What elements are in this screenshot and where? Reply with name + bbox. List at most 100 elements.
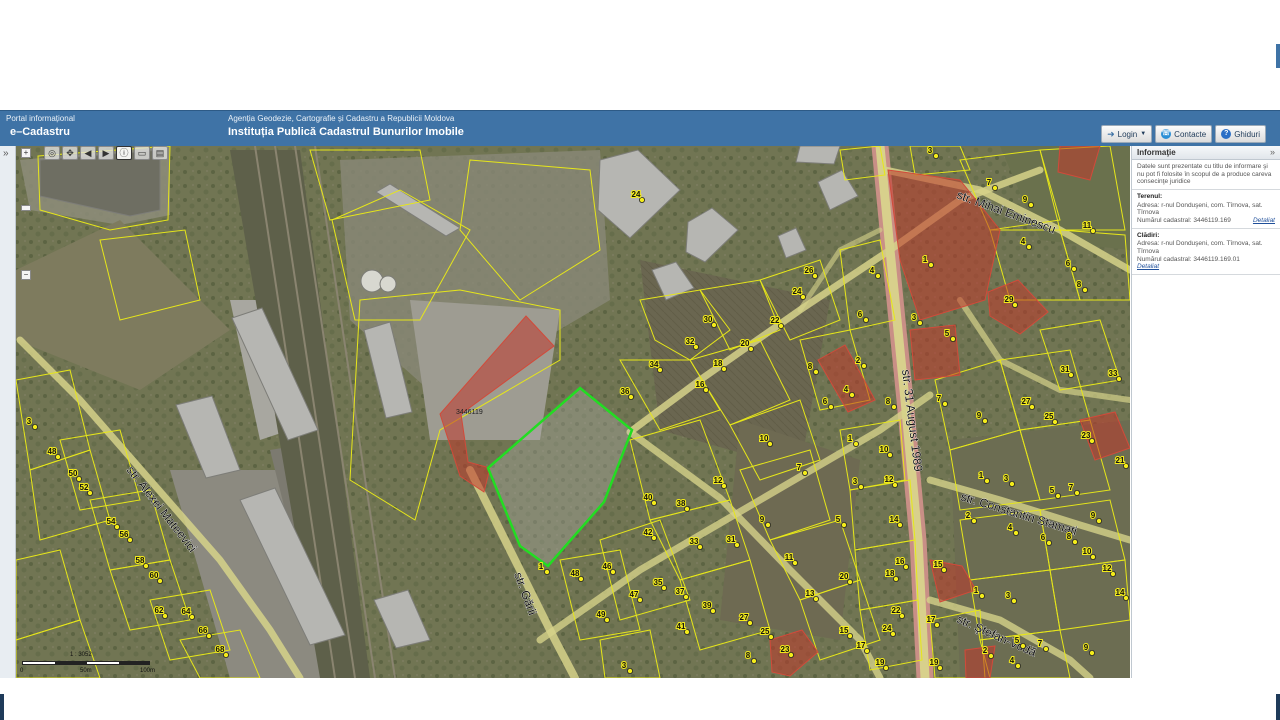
house-number-label: 38 [677,499,686,508]
phone-icon: ☏ [1161,129,1172,139]
house-number-label: 54 [107,517,116,526]
map-shape [795,146,841,165]
house-number-label: 25 [761,627,770,636]
buildings-title: Clădiri: [1137,231,1160,239]
scale-label-50: 50m [80,668,92,674]
house-point [813,368,820,375]
house-number-label: 18 [714,359,723,368]
house-number-label: 48 [571,569,580,578]
house-number-label: 46 [603,562,612,571]
collapse-panel-icon[interactable]: » [1270,147,1275,157]
zoom-in-button[interactable]: + [21,148,31,158]
house-number-label: 3 [928,146,933,155]
house-number-label: 10 [760,434,769,443]
house-number-label: 4 [870,266,875,275]
parcel-number-label: 3446119 [456,409,483,416]
house-point [853,440,860,447]
back-button[interactable]: ◀ [80,146,96,160]
house-number-label: 36 [621,387,630,396]
zoom-out-button[interactable]: − [21,270,31,280]
house-number-label: 66 [199,626,208,635]
forward-arrow-icon: ▶ [102,148,110,158]
left-panel-strip: » [0,146,16,678]
house-number-label: 5 [1050,486,1055,495]
house-point [861,362,868,369]
house-number-label: 68 [216,645,225,654]
house-number-label: 15 [934,560,943,569]
house-point [988,653,995,660]
house-point [1072,539,1079,546]
house-number-label: 4 [844,385,849,394]
house-number-label: 9 [760,515,765,524]
house-point [950,335,957,342]
house-number-label: 32 [686,337,695,346]
house-number-label: 5 [1015,636,1020,645]
agency-label: Agenția Geodezie, Cartografie și Cadastr… [228,114,455,123]
pan-tool-button[interactable]: ◎ [44,146,60,160]
house-number-label: 41 [677,622,686,631]
house-number-label: 5 [945,329,950,338]
house-number-label: 27 [1022,397,1031,406]
house-point [544,569,551,576]
house-point [1009,480,1016,487]
print-icon: ▤ [155,148,165,158]
full-extent-button[interactable]: ✥ [62,146,78,160]
house-point [982,417,989,424]
house-number-label: 1 [923,255,928,264]
house-number-label: 25 [1045,412,1054,421]
house-point [1046,540,1053,547]
house-point [1074,489,1081,496]
land-address: Adresa: r-nul Donduşeni, com. Tîrnova, s… [1137,201,1263,217]
land-title: Terenul: [1137,192,1163,200]
house-number-label: 62 [155,606,164,615]
forward-button[interactable]: ▶ [98,146,114,160]
land-details-link[interactable]: Detaliat [1253,217,1275,225]
chevron-down-icon: ▼ [1140,131,1147,137]
expand-left-panel-icon[interactable]: » [3,148,9,159]
house-number-label: 3 [27,417,32,426]
house-number-label: 19 [876,658,885,667]
house-number-label: 52 [80,483,89,492]
house-number-label: 14 [1116,588,1125,597]
house-number-label: 4 [1008,523,1013,532]
scrollbar-fragment [1276,44,1280,68]
zoom-slider-handle[interactable] [21,205,31,211]
house-number-label: 24 [793,287,802,296]
house-number-label: 17 [857,641,866,650]
map-view[interactable]: 3446119 str. Mihai Eminescu str. 31 Augu… [16,146,1130,678]
info-cursor-icon: ⓘ [119,148,129,158]
scale-ratio: 1 : 3052 [70,652,92,658]
house-point [849,391,856,398]
house-number-label: 1 [848,434,853,443]
house-number-label: 34 [650,360,659,369]
login-label: Login [1117,129,1138,139]
house-number-label: 14 [890,515,899,524]
house-number-label: 7 [987,178,992,187]
measure-tool-button[interactable]: ▭ [134,146,150,160]
house-number-label: 9 [977,411,982,420]
house-number-label: 15 [840,626,849,635]
house-number-label: 3 [1006,591,1011,600]
house-number-label: 16 [696,380,705,389]
portal-title[interactable]: e–Cadastru [10,126,70,138]
map-toolbar: ◎ ✥ ◀ ▶ ⓘ ▭ ▤ [24,146,168,161]
buildings-details-link[interactable]: Detaliat [1137,263,1275,271]
contacts-button[interactable]: ☏ Contacte [1155,125,1213,143]
print-tool-button[interactable]: ▤ [152,146,168,160]
house-number-label: 40 [644,493,653,502]
house-number-label: 20 [840,572,849,581]
info-tool-button[interactable]: ⓘ [116,146,132,160]
house-number-label: 1 [974,586,979,595]
house-number-label: 48 [48,447,57,456]
login-button[interactable]: ➜ Login ▼ [1101,125,1153,143]
house-point [1020,643,1027,650]
house-number-label: 3 [912,313,917,322]
house-number-label: 6 [823,397,828,406]
house-point [1015,663,1022,670]
house-point [1082,286,1089,293]
house-number-label: 6 [1041,533,1046,542]
house-number-label: 4 [1021,237,1026,246]
house-number-label: 12 [1103,564,1112,573]
house-number-label: 29 [1005,295,1014,304]
guides-button[interactable]: ? Ghiduri [1215,125,1266,143]
